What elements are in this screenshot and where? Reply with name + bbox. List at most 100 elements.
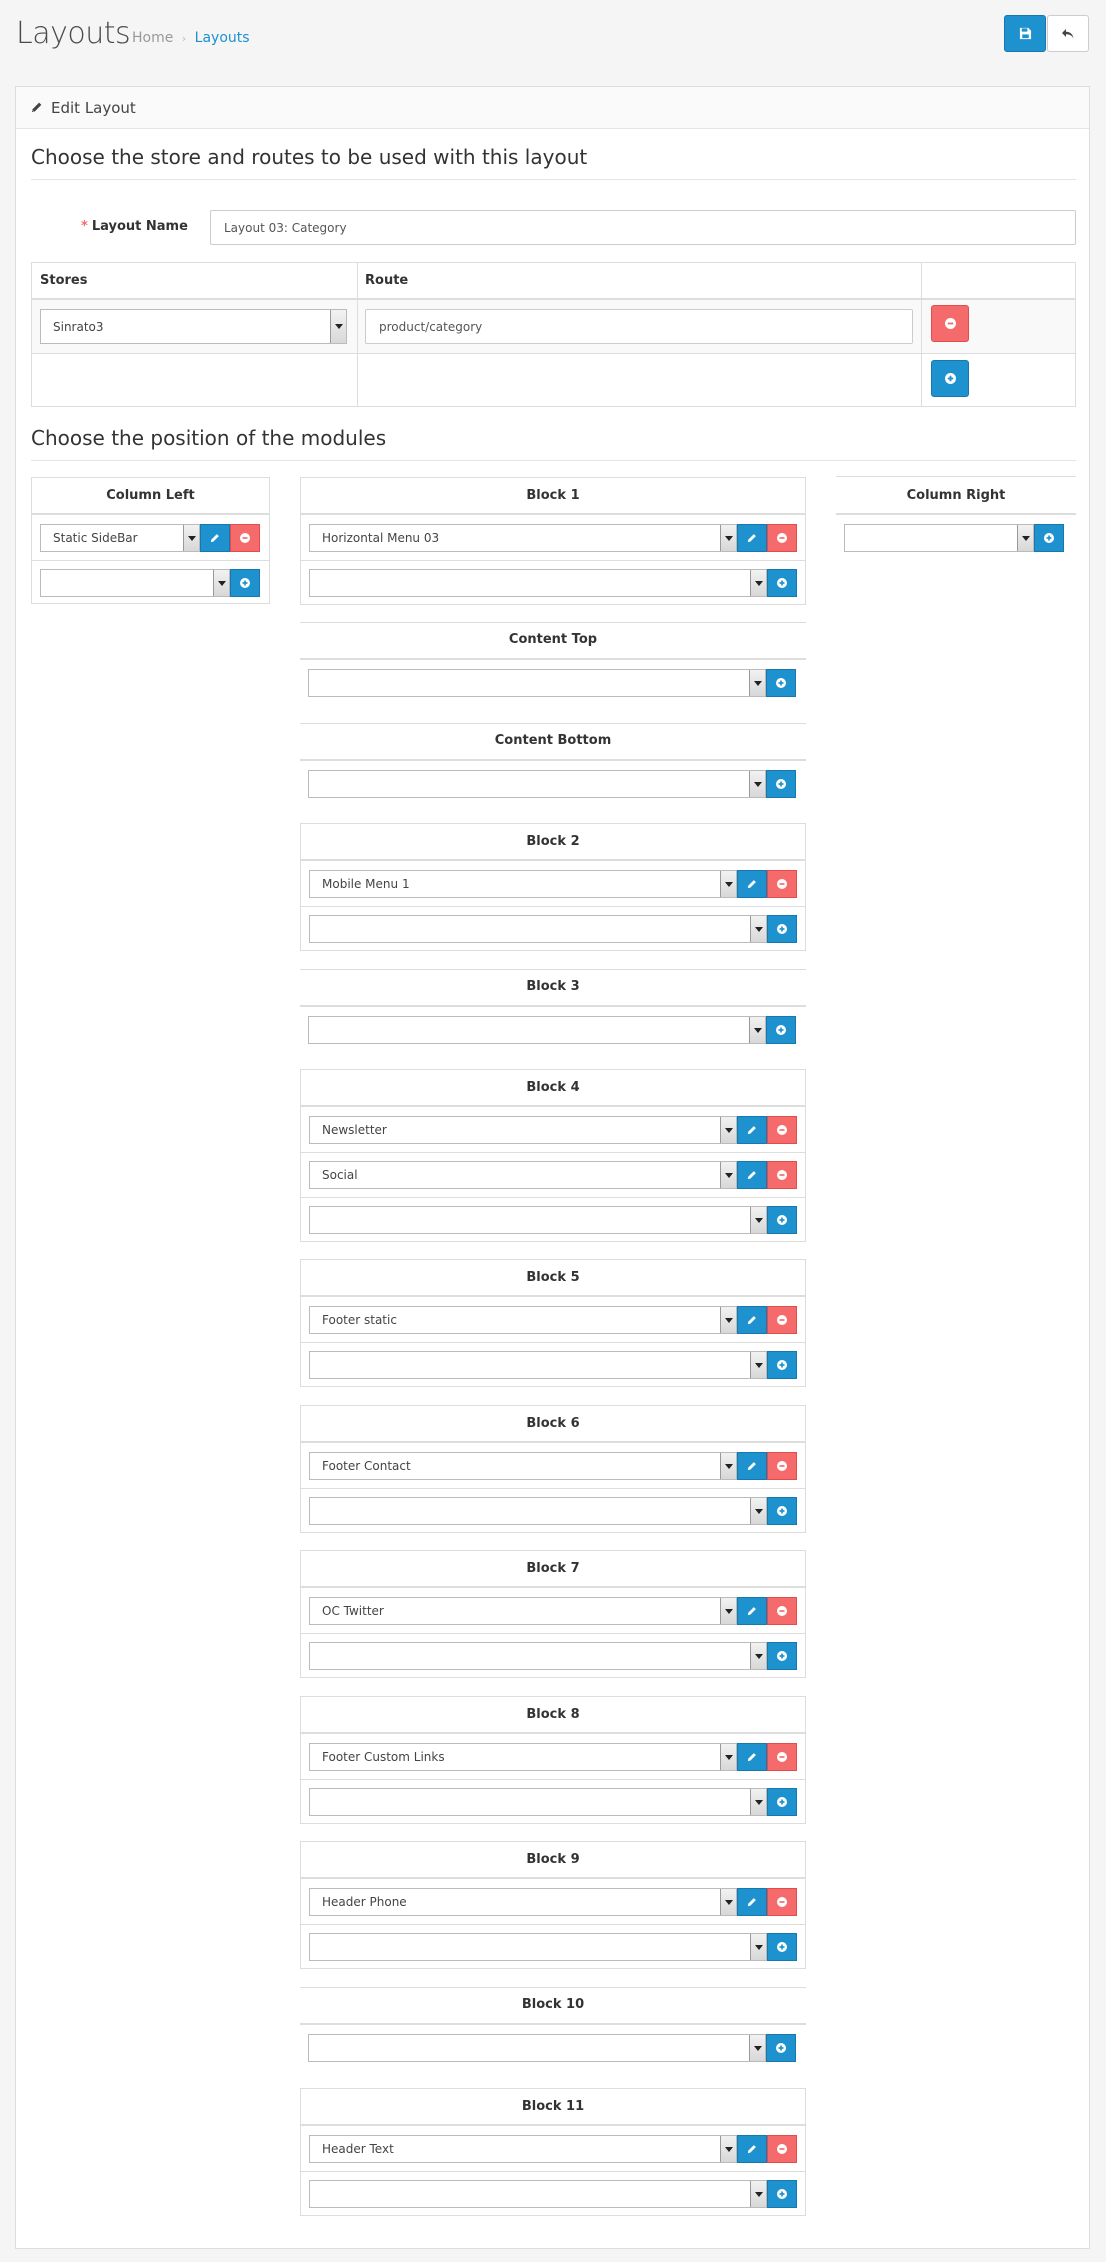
add-module-select[interactable] bbox=[309, 569, 767, 597]
add-module-button[interactable] bbox=[767, 1206, 797, 1234]
add-module-button[interactable] bbox=[767, 2180, 797, 2208]
remove-module-button[interactable] bbox=[767, 524, 797, 552]
position-block4: Block 4 Newsletter Social bbox=[300, 1069, 806, 1242]
minus-circle-icon bbox=[240, 533, 250, 543]
add-module-select[interactable] bbox=[308, 770, 766, 798]
chevron-down-icon bbox=[750, 1498, 766, 1524]
position-block6: Block 6 Footer Contact bbox=[300, 1405, 806, 1533]
add-module-select[interactable] bbox=[309, 1642, 767, 1670]
position-content-top: Content Top bbox=[300, 622, 806, 697]
breadcrumb-separator: › bbox=[181, 32, 187, 45]
save-button[interactable] bbox=[1004, 15, 1046, 52]
edit-module-button[interactable] bbox=[737, 1161, 767, 1189]
remove-module-button[interactable] bbox=[230, 524, 260, 552]
add-module-select[interactable] bbox=[40, 569, 230, 597]
minus-circle-icon bbox=[777, 1315, 787, 1325]
add-module-button[interactable] bbox=[766, 2034, 796, 2062]
route-column-header: Route bbox=[365, 273, 409, 288]
add-module-select[interactable] bbox=[309, 2180, 767, 2208]
edit-module-button[interactable] bbox=[737, 1743, 767, 1771]
position-title: Block 3 bbox=[526, 979, 580, 994]
add-route-button[interactable] bbox=[931, 360, 969, 397]
add-module-select[interactable] bbox=[309, 1206, 767, 1234]
add-module-select[interactable] bbox=[309, 915, 767, 943]
add-module-select[interactable] bbox=[308, 669, 766, 697]
remove-module-button[interactable] bbox=[767, 1743, 797, 1771]
add-module-select[interactable] bbox=[309, 1497, 767, 1525]
add-module-button[interactable] bbox=[767, 1497, 797, 1525]
position-block8: Block 8 Footer Custom Links bbox=[300, 1696, 806, 1824]
remove-module-button[interactable] bbox=[767, 870, 797, 898]
module-select[interactable]: Footer Custom Links bbox=[309, 1743, 737, 1771]
module-select[interactable]: Social bbox=[309, 1161, 737, 1189]
plus-circle-icon bbox=[776, 2043, 786, 2053]
edit-module-button[interactable] bbox=[737, 1452, 767, 1480]
remove-module-button[interactable] bbox=[767, 2135, 797, 2163]
add-module-button[interactable] bbox=[767, 1933, 797, 1961]
minus-circle-icon bbox=[944, 318, 956, 329]
module-select[interactable]: Header Phone bbox=[309, 1888, 737, 1916]
remove-route-button[interactable] bbox=[931, 305, 969, 342]
chevron-down-icon bbox=[749, 1017, 765, 1043]
add-module-select[interactable] bbox=[309, 1933, 767, 1961]
add-module-button[interactable] bbox=[766, 1016, 796, 1044]
remove-module-button[interactable] bbox=[767, 1306, 797, 1334]
add-module-button[interactable] bbox=[767, 1642, 797, 1670]
module-select[interactable]: Newsletter bbox=[309, 1116, 737, 1144]
remove-module-button[interactable] bbox=[767, 1452, 797, 1480]
position-title: Block 4 bbox=[526, 1080, 580, 1095]
remove-module-button[interactable] bbox=[767, 1888, 797, 1916]
remove-module-button[interactable] bbox=[767, 1116, 797, 1144]
route-input[interactable] bbox=[365, 309, 913, 344]
store-select-value: Sinrato3 bbox=[53, 319, 104, 334]
add-module-select[interactable] bbox=[308, 2034, 766, 2062]
breadcrumb-layouts-link[interactable]: Layouts bbox=[195, 30, 250, 46]
position-title: Block 10 bbox=[521, 1997, 585, 2012]
plus-circle-icon bbox=[240, 578, 250, 588]
add-module-button[interactable] bbox=[766, 669, 796, 697]
add-module-button[interactable] bbox=[767, 915, 797, 943]
pencil-icon bbox=[747, 1898, 756, 1907]
module-select[interactable]: Static SideBar bbox=[40, 524, 200, 552]
edit-module-button[interactable] bbox=[737, 1597, 767, 1625]
reply-icon bbox=[1062, 28, 1074, 38]
breadcrumb-home-link[interactable]: Home bbox=[132, 30, 173, 46]
add-module-select[interactable] bbox=[308, 1016, 766, 1044]
store-select[interactable]: Sinrato3 bbox=[40, 309, 347, 344]
layout-name-input[interactable] bbox=[210, 210, 1076, 245]
minus-circle-icon bbox=[777, 1897, 787, 1907]
add-module-button[interactable] bbox=[766, 770, 796, 798]
edit-module-button[interactable] bbox=[737, 1306, 767, 1334]
module-select[interactable]: Footer Contact bbox=[309, 1452, 737, 1480]
edit-module-button[interactable] bbox=[737, 1116, 767, 1144]
module-select[interactable]: OC Twitter bbox=[309, 1597, 737, 1625]
position-block1: Block 1 Horizontal Menu 03 bbox=[300, 477, 806, 605]
edit-module-button[interactable] bbox=[737, 524, 767, 552]
chevron-down-icon bbox=[750, 570, 766, 596]
add-module-select[interactable] bbox=[844, 524, 1034, 552]
remove-module-button[interactable] bbox=[767, 1161, 797, 1189]
module-select[interactable]: Horizontal Menu 03 bbox=[309, 524, 737, 552]
module-select[interactable]: Header Text bbox=[309, 2135, 737, 2163]
edit-module-button[interactable] bbox=[737, 2135, 767, 2163]
back-button[interactable] bbox=[1047, 15, 1089, 52]
add-module-select[interactable] bbox=[309, 1788, 767, 1816]
edit-module-button[interactable] bbox=[737, 870, 767, 898]
position-column-left: Column Left Static SideBar bbox=[31, 477, 270, 604]
module-select-value: Footer Contact bbox=[322, 1459, 411, 1473]
remove-module-button[interactable] bbox=[767, 1597, 797, 1625]
module-select[interactable]: Footer static bbox=[309, 1306, 737, 1334]
add-module-button[interactable] bbox=[230, 569, 260, 597]
add-module-select[interactable] bbox=[309, 1351, 767, 1379]
edit-module-button[interactable] bbox=[737, 1888, 767, 1916]
add-module-button[interactable] bbox=[767, 569, 797, 597]
add-module-button[interactable] bbox=[767, 1788, 797, 1816]
position-title: Content Bottom bbox=[494, 733, 612, 748]
plus-circle-icon bbox=[777, 2189, 787, 2199]
module-select-value: Horizontal Menu 03 bbox=[322, 531, 440, 545]
add-module-button[interactable] bbox=[767, 1351, 797, 1379]
edit-module-button[interactable] bbox=[200, 524, 230, 552]
add-module-button[interactable] bbox=[1034, 524, 1064, 552]
module-select[interactable]: Mobile Menu 1 bbox=[309, 870, 737, 898]
pencil-icon bbox=[210, 534, 219, 543]
